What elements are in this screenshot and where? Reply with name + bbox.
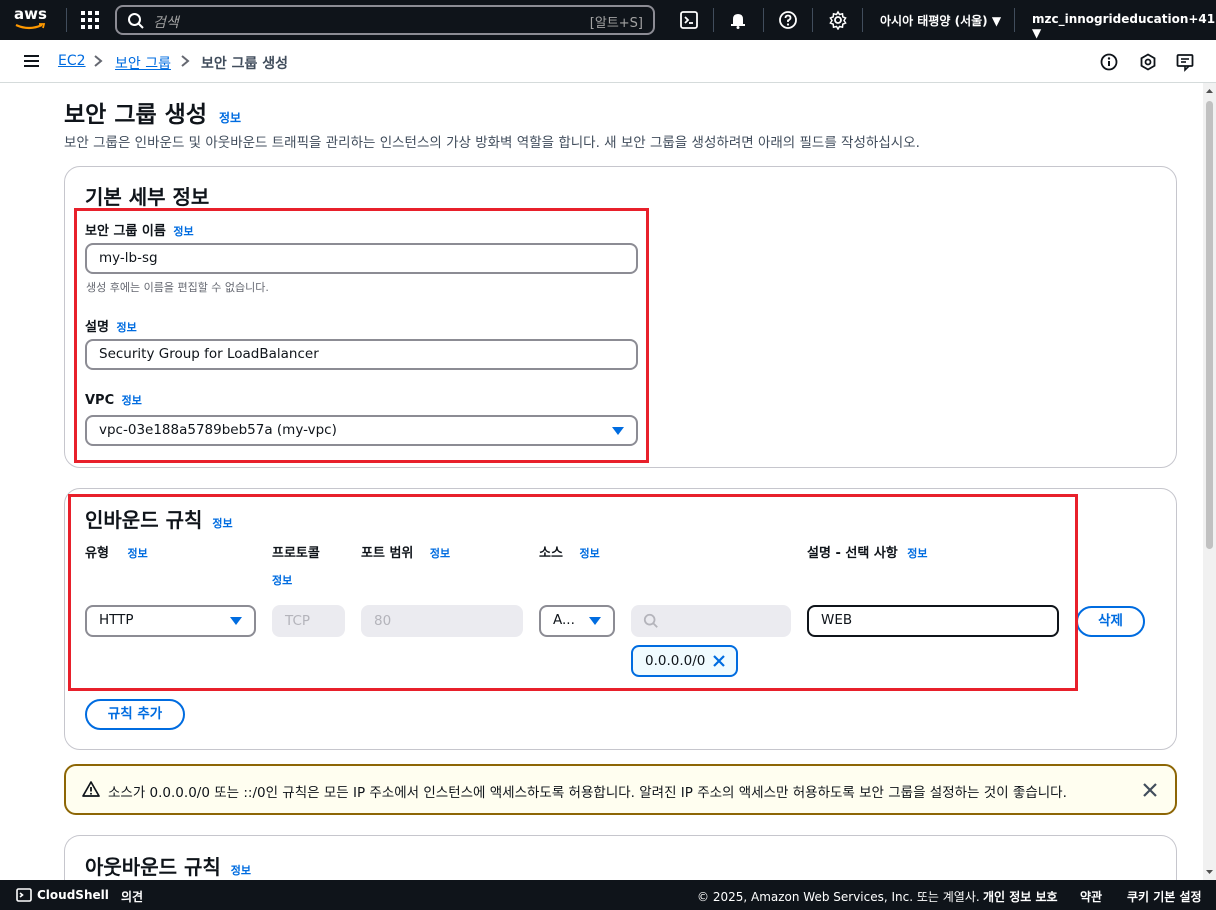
warning-alert: 소스가 0.0.0.0/0 또는 ::/0인 규칙은 모든 IP 주소에서 인스…: [64, 764, 1177, 815]
warning-text: 소스가 0.0.0.0/0 또는 ::/0인 규칙은 모든 IP 주소에서 인스…: [108, 785, 1067, 801]
breadcrumb-ec2[interactable]: EC2: [58, 53, 86, 69]
outbound-rules-title: 아웃바운드 규칙 정보: [85, 851, 251, 880]
chevron-right-icon: [181, 55, 190, 67]
feedback-screen-icon[interactable]: [1175, 52, 1195, 72]
scroll-thumb[interactable]: [1206, 101, 1213, 549]
page-title: 보안 그룹 생성 정보: [64, 95, 241, 129]
info-circle-icon[interactable]: [1099, 52, 1119, 72]
info-link[interactable]: 정보: [231, 864, 251, 877]
account-menu[interactable]: mzc_innogrideducation+41 ▼: [1032, 12, 1216, 40]
divider: [66, 8, 67, 32]
info-link[interactable]: 정보: [219, 111, 241, 125]
region-selector[interactable]: 아시아 태평양 (서울) ▼: [880, 12, 1001, 29]
help-icon[interactable]: [778, 10, 798, 30]
cookie-preferences-link[interactable]: 쿠키 기본 설정: [1127, 888, 1202, 905]
page-description: 보안 그룹은 인바운드 및 아웃바운드 트래픽을 관리하는 인스턴스의 가상 방…: [64, 135, 920, 151]
add-rule-button[interactable]: 규칙 추가: [85, 699, 185, 730]
region-label: 아시아 태평양 (서울): [880, 14, 988, 28]
scroll-up-arrow-icon[interactable]: [1203, 86, 1216, 96]
highlight-box: [74, 208, 649, 463]
feedback-link[interactable]: 의견: [121, 888, 143, 905]
top-navigation: aws 검색 [알트+S] 아시아 태평양 (서울) ▼ mzc_innogri…: [0, 0, 1216, 40]
chevron-right-icon: [94, 55, 103, 67]
aws-logo[interactable]: aws: [14, 7, 50, 33]
outbound-title-text: 아웃바운드 규칙: [85, 855, 221, 879]
warning-triangle-icon: [82, 781, 100, 797]
notifications-bell-icon[interactable]: [728, 10, 748, 30]
breadcrumb-current: 보안 그룹 생성: [201, 56, 289, 72]
page-title-text: 보안 그룹 생성: [64, 102, 207, 128]
search-icon: [128, 13, 144, 29]
scrollbar[interactable]: [1203, 83, 1216, 880]
caret-down-icon: ▼: [991, 14, 1002, 28]
search-placeholder: 검색: [153, 15, 179, 31]
search-shortcut: [알트+S]: [589, 16, 643, 31]
footer: CloudShell 의견 © 2025, Amazon Web Service…: [0, 880, 1216, 910]
cloudshell-link[interactable]: CloudShell: [37, 888, 109, 902]
aws-logo-text: aws: [14, 5, 47, 23]
scroll-down-arrow-icon[interactable]: [1203, 867, 1216, 877]
highlight-box: [68, 494, 1078, 691]
account-label: mzc_innogrideducation+41: [1032, 12, 1216, 26]
breadcrumb-security-groups[interactable]: 보안 그룹: [115, 53, 171, 73]
terms-link[interactable]: 약관: [1080, 888, 1102, 905]
hexagon-settings-icon[interactable]: [1138, 52, 1158, 72]
menu-hamburger-icon[interactable]: [24, 55, 39, 67]
breadcrumb-bar: EC2 보안 그룹 보안 그룹 생성: [0, 40, 1216, 83]
cloudshell-icon: [16, 888, 32, 902]
copyright-text: © 2025, Amazon Web Services, Inc. 또는 계열사…: [697, 890, 980, 904]
settings-gear-icon[interactable]: [828, 10, 848, 30]
search-bar[interactable]: 검색 [알트+S]: [115, 5, 655, 35]
privacy-link[interactable]: 개인 정보 보호: [983, 888, 1058, 905]
close-icon[interactable]: [1142, 782, 1158, 798]
cloudshell-icon[interactable]: [679, 10, 699, 30]
delete-rule-button[interactable]: 삭제: [1076, 606, 1145, 637]
services-grid-icon[interactable]: [81, 11, 99, 29]
caret-down-icon: ▼: [1032, 26, 1042, 40]
basic-details-title: 기본 세부 정보: [85, 185, 210, 209]
